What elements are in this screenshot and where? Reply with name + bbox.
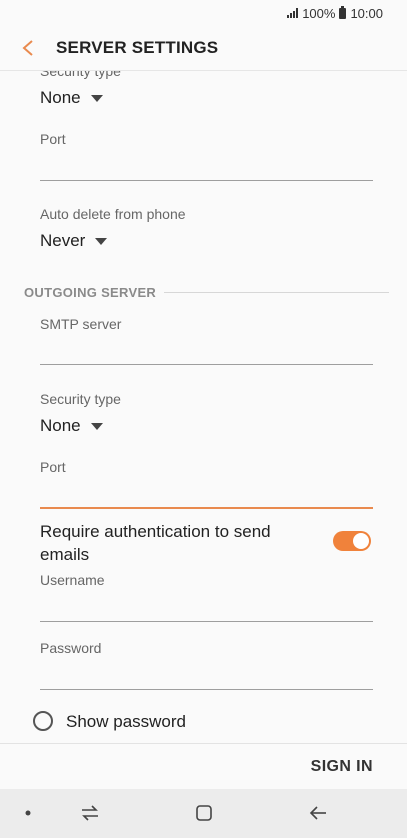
smtp-server-field[interactable]: [40, 338, 373, 362]
password-field[interactable]: [40, 662, 373, 686]
app-bar: SERVER SETTINGS: [0, 26, 407, 71]
dropdown-arrow-icon: [95, 237, 108, 245]
back-arrow-icon: [22, 40, 33, 56]
show-password-label: Show password: [66, 712, 187, 731]
incoming-security-type-value: None: [40, 88, 81, 107]
outgoing-port-label: Port: [40, 459, 66, 475]
outgoing-security-type-dropdown[interactable]: None: [40, 416, 103, 436]
recent-apps-dot-icon[interactable]: [14, 801, 42, 825]
require-auth-toggle[interactable]: [333, 531, 371, 551]
username-underline: [40, 621, 373, 622]
navigation-bar: [0, 789, 407, 838]
outgoing-server-header: OUTGOING SERVER: [24, 285, 389, 300]
section-divider: [164, 292, 389, 293]
require-auth-label: Require authentication to send emails: [40, 522, 271, 564]
clock: 10:00: [350, 5, 383, 21]
back-button[interactable]: [8, 26, 48, 70]
signal-icon: [287, 8, 299, 18]
auto-delete-dropdown[interactable]: Never: [40, 231, 108, 251]
incoming-port-underline: [40, 180, 373, 181]
dropdown-arrow-icon: [90, 422, 103, 430]
dropdown-arrow-icon: [90, 94, 103, 102]
auto-delete-label: Auto delete from phone: [40, 206, 186, 222]
status-bar: 100% 10:00: [0, 0, 407, 26]
back-icon[interactable]: [304, 801, 332, 825]
battery-percent: 100%: [302, 5, 336, 21]
outgoing-port-underline-focused: [40, 507, 373, 509]
smtp-server-underline: [40, 364, 373, 365]
outgoing-security-type-value: None: [40, 416, 81, 435]
bottom-action-bar: SIGN IN: [0, 743, 407, 790]
auto-delete-value: Never: [40, 231, 86, 250]
outgoing-security-type-label: Security type: [40, 391, 121, 407]
battery-icon: [339, 5, 347, 19]
show-password-checkbox[interactable]: [33, 711, 53, 731]
incoming-security-type-label: Security type: [40, 70, 121, 79]
page-title: SERVER SETTINGS: [56, 38, 219, 57]
incoming-security-type-dropdown[interactable]: None: [40, 88, 103, 108]
toggle-knob: [353, 533, 369, 549]
username-field[interactable]: [40, 594, 373, 618]
settings-form[interactable]: Security type None Port Auto delete from…: [0, 70, 407, 743]
incoming-port-field[interactable]: [40, 154, 373, 178]
sign-in-button[interactable]: SIGN IN: [311, 758, 373, 776]
incoming-port-label: Port: [40, 131, 66, 147]
outgoing-port-field[interactable]: [40, 482, 373, 506]
section-title: OUTGOING SERVER: [24, 285, 157, 300]
password-label: Password: [40, 640, 102, 656]
home-icon[interactable]: [190, 801, 218, 825]
recents-icon[interactable]: [76, 801, 104, 825]
smtp-server-label: SMTP server: [40, 316, 122, 332]
username-label: Username: [40, 572, 105, 588]
password-underline: [40, 689, 373, 690]
